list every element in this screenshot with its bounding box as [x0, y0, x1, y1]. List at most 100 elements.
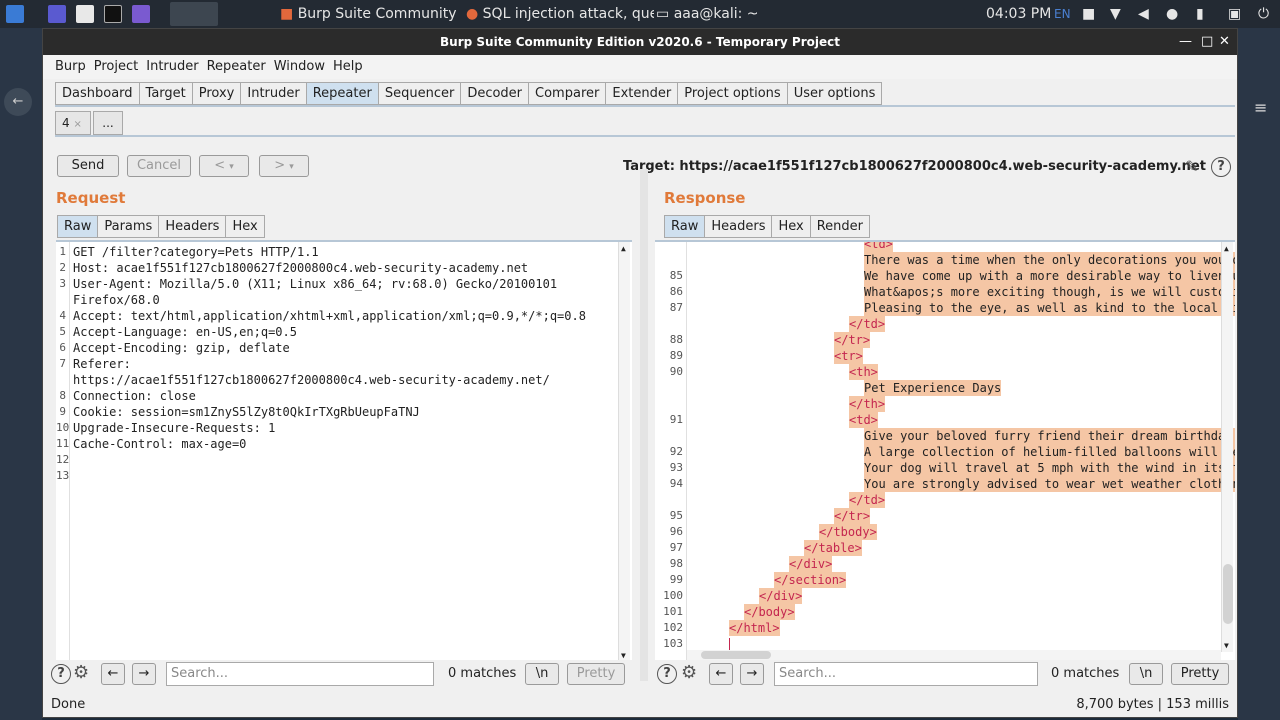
- back-history-button[interactable]: < ▾: [199, 155, 249, 177]
- request-newline-toggle[interactable]: \n: [525, 663, 559, 685]
- hamburger-menu-icon[interactable]: ≡: [1254, 98, 1267, 117]
- request-tab-hex[interactable]: Hex: [225, 215, 265, 238]
- tab-user-options[interactable]: User options: [786, 82, 883, 105]
- request-scrollbar[interactable]: ▲ ▼: [618, 242, 630, 660]
- response-tab-headers[interactable]: Headers: [704, 215, 773, 238]
- tab-repeater[interactable]: Repeater: [305, 82, 379, 105]
- response-line-number: 100: [663, 589, 683, 602]
- response-editor[interactable]: <td> There was a time when the only decor…: [655, 240, 1235, 660]
- close-tab-icon[interactable]: ×: [73, 119, 81, 130]
- request-help-icon[interactable]: ?: [51, 664, 71, 684]
- help-icon[interactable]: ?: [1211, 157, 1231, 177]
- menu-burp[interactable]: Burp: [51, 55, 90, 79]
- response-hscroll-thumb[interactable]: [701, 651, 771, 659]
- request-tab-headers[interactable]: Headers: [158, 215, 227, 238]
- request-search-input[interactable]: Search...: [166, 662, 434, 686]
- scroll-down-icon[interactable]: ▼: [621, 651, 626, 660]
- response-line-number: 95: [669, 509, 683, 522]
- target-label: Target: https://acae1f551f127cb1800627f2…: [623, 159, 1206, 174]
- repeater-tab-more[interactable]: ...: [93, 111, 123, 135]
- request-search-next-button[interactable]: →: [132, 663, 156, 685]
- tab-decoder[interactable]: Decoder: [460, 82, 530, 105]
- close-icon[interactable]: ✕: [1219, 29, 1230, 55]
- response-settings-gear-icon[interactable]: ⚙: [681, 662, 697, 683]
- battery-icon[interactable]: ▮: [1196, 0, 1204, 28]
- edit-target-icon[interactable]: ✎: [1185, 157, 1198, 176]
- status-text: Done: [51, 697, 86, 712]
- response-help-icon[interactable]: ?: [657, 664, 677, 684]
- response-newline-toggle[interactable]: \n: [1129, 663, 1163, 685]
- response-line-number: 92: [669, 445, 683, 458]
- request-settings-gear-icon[interactable]: ⚙: [73, 662, 89, 683]
- maximize-icon[interactable]: □: [1201, 29, 1213, 55]
- response-tab-render[interactable]: Render: [809, 215, 870, 238]
- menu-repeater[interactable]: Repeater: [203, 55, 270, 79]
- cancel-button[interactable]: Cancel: [127, 155, 191, 177]
- request-search-prev-button[interactable]: ←: [101, 663, 125, 685]
- response-line-number: [655, 492, 683, 508]
- menu-intruder[interactable]: Intruder: [142, 55, 202, 79]
- scroll-down-icon[interactable]: ▼: [1224, 641, 1229, 650]
- minimize-icon[interactable]: —: [1179, 29, 1192, 55]
- response-search-prev-button[interactable]: ←: [709, 663, 733, 685]
- taskbar-item-terminal[interactable]: ▭ aaa@kali: ~: [656, 0, 796, 28]
- request-line-number: 1: [59, 245, 66, 258]
- menu-window[interactable]: Window: [270, 55, 329, 79]
- notification-icon[interactable]: ●: [1166, 0, 1178, 28]
- tab-dashboard[interactable]: Dashboard: [55, 82, 140, 105]
- response-tab-raw[interactable]: Raw: [664, 215, 706, 238]
- request-line-text: https://acae1f551f127cb1800627f2000800c4…: [73, 373, 550, 387]
- repeater-tab-current[interactable]: 4 ×: [55, 111, 91, 135]
- response-match-count: 0 matches: [1051, 666, 1120, 681]
- tab-comparer[interactable]: Comparer: [528, 82, 607, 105]
- menu-bar: Burp Project Intruder Repeater Window Help: [43, 55, 1237, 79]
- burp-launcher-icon[interactable]: [170, 2, 218, 26]
- request-line-text: Cookie: session=sm1ZnyS5lZy8t0QkIrTXgRbU…: [73, 405, 420, 419]
- terminal-icon[interactable]: [104, 5, 122, 23]
- tab-intruder[interactable]: Intruder: [240, 82, 307, 105]
- taskbar-item-firefox[interactable]: ● SQL injection attack, que...: [466, 0, 654, 28]
- wifi-icon[interactable]: ▼: [1110, 0, 1121, 28]
- back-arrow-icon[interactable]: ←: [4, 88, 32, 116]
- response-scrollbar[interactable]: ▲ ▼: [1221, 242, 1233, 652]
- request-line-number: 12: [56, 453, 70, 466]
- forward-history-button[interactable]: > ▾: [259, 155, 309, 177]
- kali-menu-icon[interactable]: [6, 5, 24, 23]
- request-tab-raw[interactable]: Raw: [57, 215, 99, 238]
- taskbar-item-burp[interactable]: ■ Burp Suite Community E...: [280, 0, 462, 28]
- response-hscrollbar[interactable]: [687, 650, 1221, 660]
- response-search-input[interactable]: Search...: [774, 662, 1038, 686]
- request-line-number: 5: [59, 325, 66, 338]
- camera-icon[interactable]: ■: [1082, 0, 1095, 28]
- tab-project-options[interactable]: Project options: [677, 82, 788, 105]
- menu-project[interactable]: Project: [90, 55, 142, 79]
- tab-extender[interactable]: Extender: [605, 82, 679, 105]
- response-line-number: [655, 242, 683, 252]
- pane-splitter[interactable]: [640, 169, 648, 681]
- request-editor[interactable]: 1 GET /filter?category=Pets HTTP/1.1 2 Host…: [56, 240, 632, 660]
- browser-icon[interactable]: [132, 5, 150, 23]
- response-search-next-button[interactable]: →: [740, 663, 764, 685]
- response-line-text: Pleasing to the eye, as well as kind to …: [864, 300, 1235, 316]
- taskbar-item-label: aaa@kali: ~: [673, 6, 759, 22]
- file-manager-icon[interactable]: [76, 5, 94, 23]
- lock-icon[interactable]: ▣: [1228, 0, 1241, 28]
- scroll-up-icon[interactable]: ▲: [1224, 244, 1229, 253]
- keyboard-layout[interactable]: EN: [1054, 0, 1071, 28]
- tab-proxy[interactable]: Proxy: [191, 82, 242, 105]
- request-pretty-button[interactable]: Pretty: [567, 663, 625, 685]
- desktop-icon[interactable]: [48, 5, 66, 23]
- send-button[interactable]: Send: [57, 155, 119, 177]
- tab-sequencer[interactable]: Sequencer: [377, 82, 462, 105]
- request-line-text: Connection: close: [73, 389, 196, 403]
- response-pretty-button[interactable]: Pretty: [1171, 663, 1229, 685]
- request-tab-params[interactable]: Params: [97, 215, 160, 238]
- response-tab-hex[interactable]: Hex: [771, 215, 811, 238]
- tab-target[interactable]: Target: [138, 82, 193, 105]
- menu-help[interactable]: Help: [329, 55, 367, 79]
- power-icon[interactable]: ⏻: [1258, 0, 1269, 28]
- scroll-up-icon[interactable]: ▲: [621, 244, 626, 253]
- volume-icon[interactable]: ◀: [1138, 0, 1149, 28]
- subtab-separator: [55, 135, 1235, 137]
- response-scroll-thumb[interactable]: [1223, 564, 1233, 624]
